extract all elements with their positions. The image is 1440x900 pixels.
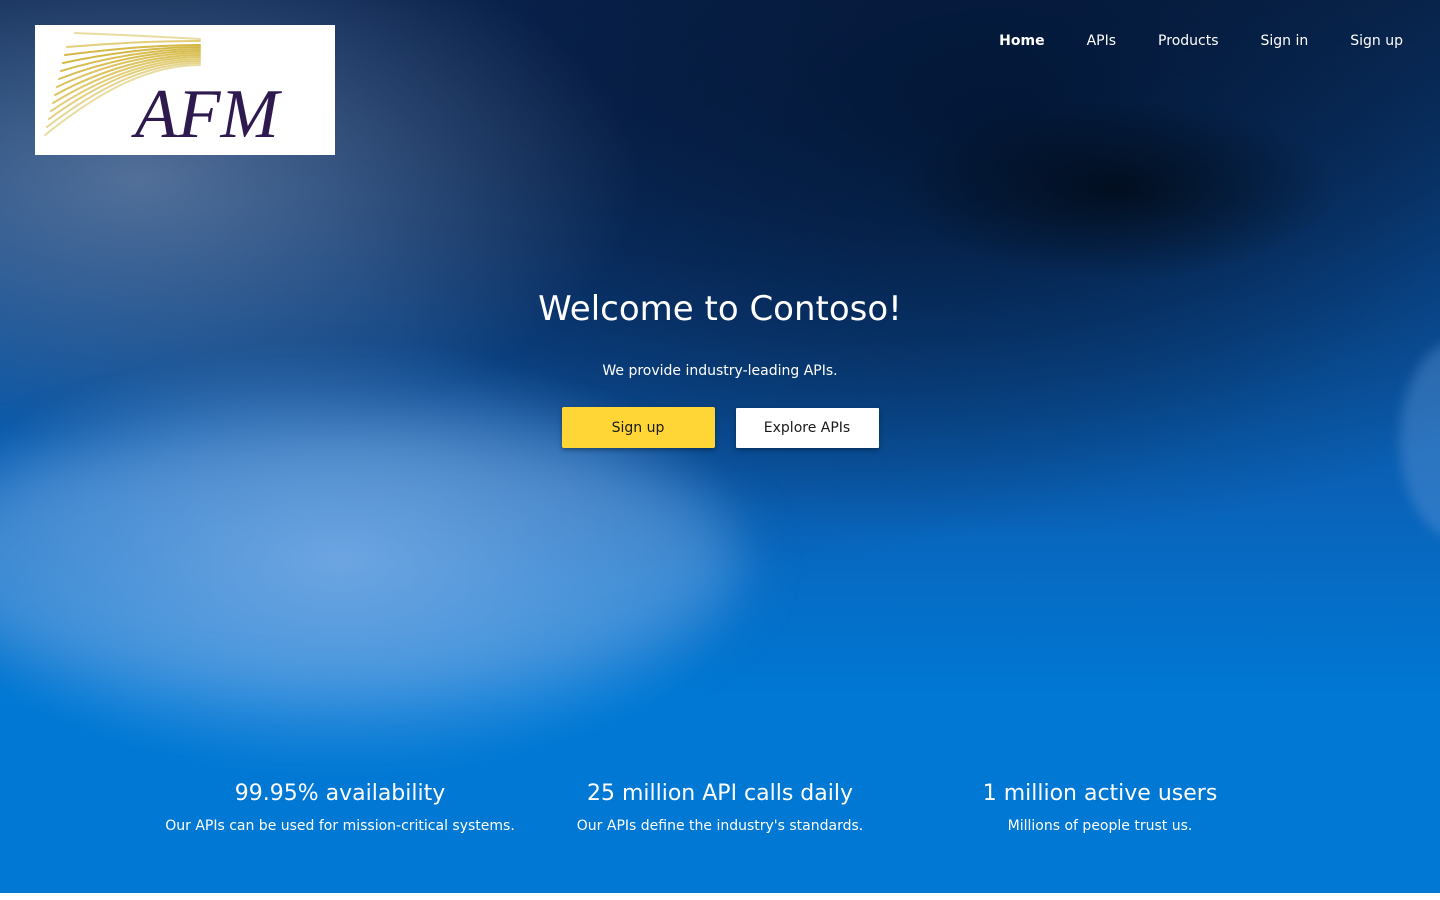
nav-item-sign-in[interactable]: Sign in — [1261, 30, 1309, 52]
stat-availability: 99.95% availability Our APIs can be used… — [150, 778, 530, 837]
nav-item-apis[interactable]: APIs — [1087, 30, 1116, 52]
stats-section: 99.95% availability Our APIs can be used… — [150, 778, 1290, 837]
hero-buttons: Sign up Explore APIs — [0, 407, 1440, 448]
stat-description: Our APIs can be used for mission-critica… — [165, 818, 515, 834]
nav-item-sign-up[interactable]: Sign up — [1350, 30, 1403, 52]
nav-item-home[interactable]: Home — [999, 30, 1044, 52]
stat-title: 1 million active users — [982, 781, 1218, 806]
hero-subtitle: We provide industry-leading APIs. — [602, 363, 838, 379]
stat-title: 25 million API calls daily — [586, 781, 853, 806]
stat-active-users: 1 million active users Millions of peopl… — [910, 778, 1290, 837]
stat-title: 99.95% availability — [234, 781, 446, 806]
site-logo[interactable]: AFM — [35, 25, 335, 155]
stat-description: Our APIs define the industry's standards… — [576, 818, 864, 834]
page: AFM Home APIs Products Sign in Sign up W… — [0, 0, 1440, 900]
hero-title: Welcome to Contoso! — [538, 289, 902, 329]
hero-content: Welcome to Contoso! We provide industry-… — [0, 283, 1440, 448]
stat-api-calls: 25 million API calls daily Our APIs defi… — [530, 778, 910, 837]
afm-logo-icon: AFM — [44, 32, 283, 153]
logo-text: AFM — [131, 76, 283, 153]
nav-item-products[interactable]: Products — [1158, 30, 1218, 52]
main-nav: Home APIs Products Sign in Sign up — [957, 30, 1403, 52]
sign-up-button[interactable]: Sign up — [561, 407, 715, 448]
explore-apis-button[interactable]: Explore APIs — [735, 407, 879, 448]
stat-description: Millions of people trust us. — [1007, 818, 1193, 834]
hero-section: AFM Home APIs Products Sign in Sign up W… — [0, 0, 1440, 893]
